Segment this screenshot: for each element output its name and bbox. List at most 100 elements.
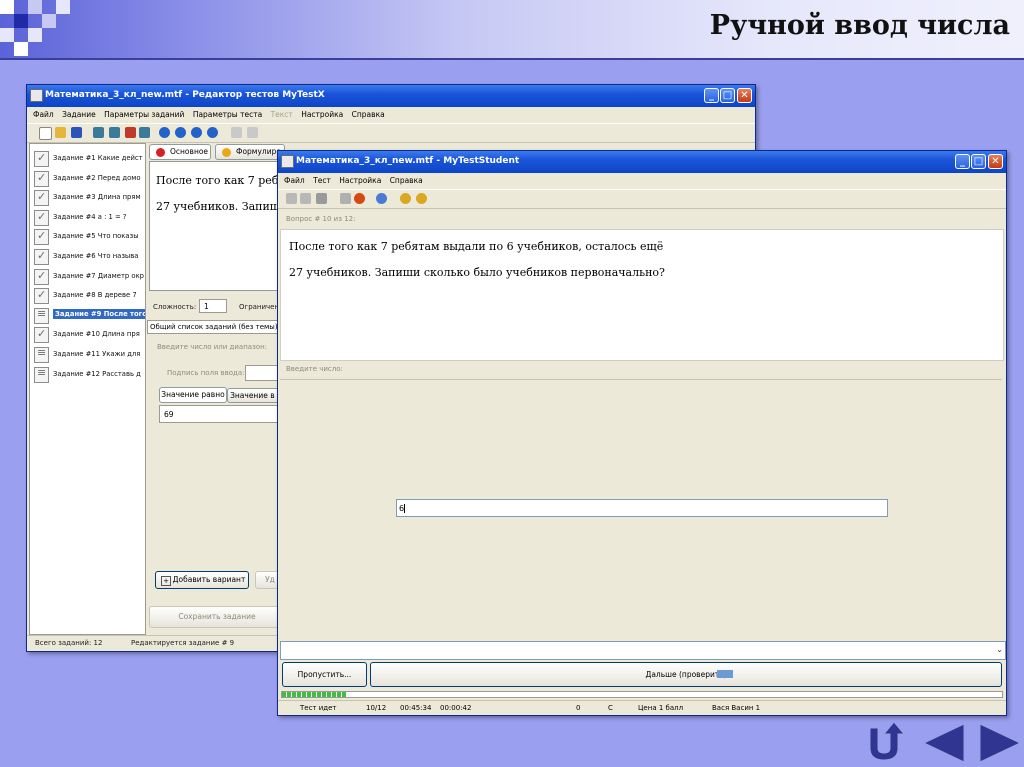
next-check-button[interactable]: Дальше (проверить) xyxy=(370,662,1002,687)
add-task-icon[interactable] xyxy=(93,127,104,138)
answer-value-input[interactable]: 69 xyxy=(159,405,285,423)
stop-icon[interactable] xyxy=(354,193,365,204)
student-titlebar: Математика_3_кл_new.mtf - MyTestStudent … xyxy=(278,151,1006,173)
check-icon xyxy=(34,170,49,187)
student-statusbar: Тест идет 10/12 00:45:34 00:00:42 0 С Це… xyxy=(278,700,1006,715)
next-slide-icon[interactable] xyxy=(978,722,1022,764)
difficulty-spinner[interactable]: 1 xyxy=(199,299,227,313)
task-list-icon[interactable] xyxy=(139,127,150,138)
task-list-item[interactable]: Задание #2 Перед домо xyxy=(34,170,145,188)
task-list-item[interactable]: Задание #12 Расставь д xyxy=(34,366,145,384)
add-sub-icon[interactable] xyxy=(109,127,120,138)
paste-icon[interactable] xyxy=(247,127,258,138)
task-label: Задание #11 Укажи для xyxy=(53,350,141,358)
check-icon xyxy=(34,229,49,246)
task-list-item[interactable]: Задание #11 Укажи для xyxy=(34,346,145,364)
delete-task-icon[interactable] xyxy=(125,127,136,138)
new-icon[interactable] xyxy=(39,127,52,140)
question-text-line1: После того как 7 ребя xyxy=(156,174,285,187)
student-toolbar xyxy=(278,189,1006,209)
check-icon xyxy=(34,268,49,285)
comment-combo[interactable]: ⌄ xyxy=(280,641,1006,660)
student-window: Математика_3_кл_new.mtf - MyTestStudent … xyxy=(277,150,1007,716)
answer-input[interactable]: 6 xyxy=(396,499,888,517)
refresh-icon[interactable] xyxy=(376,193,387,204)
close-button[interactable]: ✕ xyxy=(737,88,752,103)
copy-icon[interactable] xyxy=(231,127,242,138)
task-label: Задание #9 После того xyxy=(53,308,145,319)
task-list-item[interactable]: Задание #1 Какие дейст xyxy=(34,150,145,168)
menu-test[interactable]: Тест xyxy=(313,176,331,185)
editor-title: Математика_3_кл_new.mtf - Редактор тесто… xyxy=(45,90,325,100)
chevron-down-icon[interactable]: ⌄ xyxy=(996,645,1003,654)
task-list-select[interactable]: Общий список заданий (без темы) xyxy=(147,320,281,334)
student-menubar: Файл Тест Настройка Справка xyxy=(278,173,1006,189)
task-list-item[interactable]: Задание #3 Длина прям xyxy=(34,189,145,207)
zoom-in-icon[interactable] xyxy=(400,193,411,204)
check-icon xyxy=(34,288,49,305)
zoom-out-icon[interactable] xyxy=(416,193,427,204)
cancel-icon[interactable] xyxy=(316,193,327,204)
menu-help[interactable]: Справка xyxy=(352,110,385,119)
limit-label: Ограничен xyxy=(239,303,280,311)
status-editing: Редактируется задание # 9 xyxy=(131,639,235,647)
status-state: Тест идет xyxy=(300,704,337,712)
tab-main[interactable]: Основное xyxy=(149,144,211,160)
menu-settings[interactable]: Настройка xyxy=(301,110,343,119)
task-list-item[interactable]: Задание #9 После того xyxy=(34,307,145,325)
tab-formulation[interactable]: Формулиро xyxy=(215,144,285,160)
task-list-item[interactable]: Задание #4 a : 1 = ? xyxy=(34,209,145,227)
maximize-button[interactable]: □ xyxy=(971,154,986,169)
progress-fill xyxy=(282,692,347,697)
app-icon xyxy=(281,155,294,168)
add-variant-button[interactable]: + Добавить вариант xyxy=(155,571,249,589)
status-mode: С xyxy=(608,704,613,712)
menu-test-params[interactable]: Параметры теста xyxy=(193,110,262,119)
status-question-time: 00:00:42 xyxy=(440,704,472,712)
move-down-icon[interactable] xyxy=(175,127,186,138)
skip-button[interactable]: Пропустить... xyxy=(282,662,367,687)
move-last-icon[interactable] xyxy=(207,127,218,138)
task-list-item[interactable]: Задание #7 Диаметр окр xyxy=(34,268,145,286)
slide-header-line xyxy=(0,58,1024,60)
menu-file[interactable]: Файл xyxy=(33,110,54,119)
answer-divider xyxy=(280,379,1002,380)
save-task-button[interactable]: Сохранить задание xyxy=(149,606,285,628)
status-total-time: 00:45:34 xyxy=(400,704,432,712)
check-icon xyxy=(34,190,49,207)
number-icon xyxy=(34,307,49,324)
task-list-item[interactable]: Задание #8 В дереве 7 xyxy=(34,287,145,305)
question-editor[interactable]: После того как 7 ребя 27 учебников. Запи… xyxy=(149,161,285,291)
status-score: 0 xyxy=(576,704,581,712)
close-button[interactable]: ✕ xyxy=(988,154,1003,169)
previous-slide-icon[interactable] xyxy=(922,722,966,764)
task-list-item[interactable]: Задание #6 Что называ xyxy=(34,248,145,266)
task-label: Задание #6 Что называ xyxy=(53,252,139,260)
play-icon[interactable] xyxy=(340,193,351,204)
save-icon[interactable] xyxy=(71,127,82,138)
arrow-down-icon[interactable] xyxy=(300,193,311,204)
task-label: Задание #12 Расставь д xyxy=(53,369,141,378)
task-list-item[interactable]: Задание #5 Что показы xyxy=(34,228,145,246)
task-list: Задание #1 Какие дейст Задание #2 Перед д… xyxy=(29,143,146,635)
task-label: Задание #3 Длина прям xyxy=(53,193,141,202)
open-icon[interactable] xyxy=(55,127,66,138)
menu-task-params[interactable]: Параметры заданий xyxy=(104,110,184,119)
task-label: Задание #4 a : 1 = ? xyxy=(53,212,127,221)
minimize-button[interactable]: _ xyxy=(704,88,719,103)
menu-task[interactable]: Задание xyxy=(62,110,96,119)
menu-settings[interactable]: Настройка xyxy=(339,176,381,185)
tab-value-equal[interactable]: Значение равно xyxy=(159,387,227,403)
arrow-down-icon[interactable] xyxy=(286,193,297,204)
menu-file[interactable]: Файл xyxy=(284,176,305,185)
maximize-button[interactable]: □ xyxy=(720,88,735,103)
list-icon xyxy=(34,346,49,363)
question-header: Вопрос # 10 из 12: xyxy=(286,215,356,223)
task-list-item[interactable]: Задание #10 Длина пря xyxy=(34,326,145,344)
move-up-icon[interactable] xyxy=(159,127,170,138)
return-icon[interactable] xyxy=(862,720,906,764)
menu-help[interactable]: Справка xyxy=(390,176,423,185)
student-title: Математика_3_кл_new.mtf - MyTestStudent xyxy=(296,156,520,166)
minimize-button[interactable]: _ xyxy=(955,154,970,169)
move-first-icon[interactable] xyxy=(191,127,202,138)
